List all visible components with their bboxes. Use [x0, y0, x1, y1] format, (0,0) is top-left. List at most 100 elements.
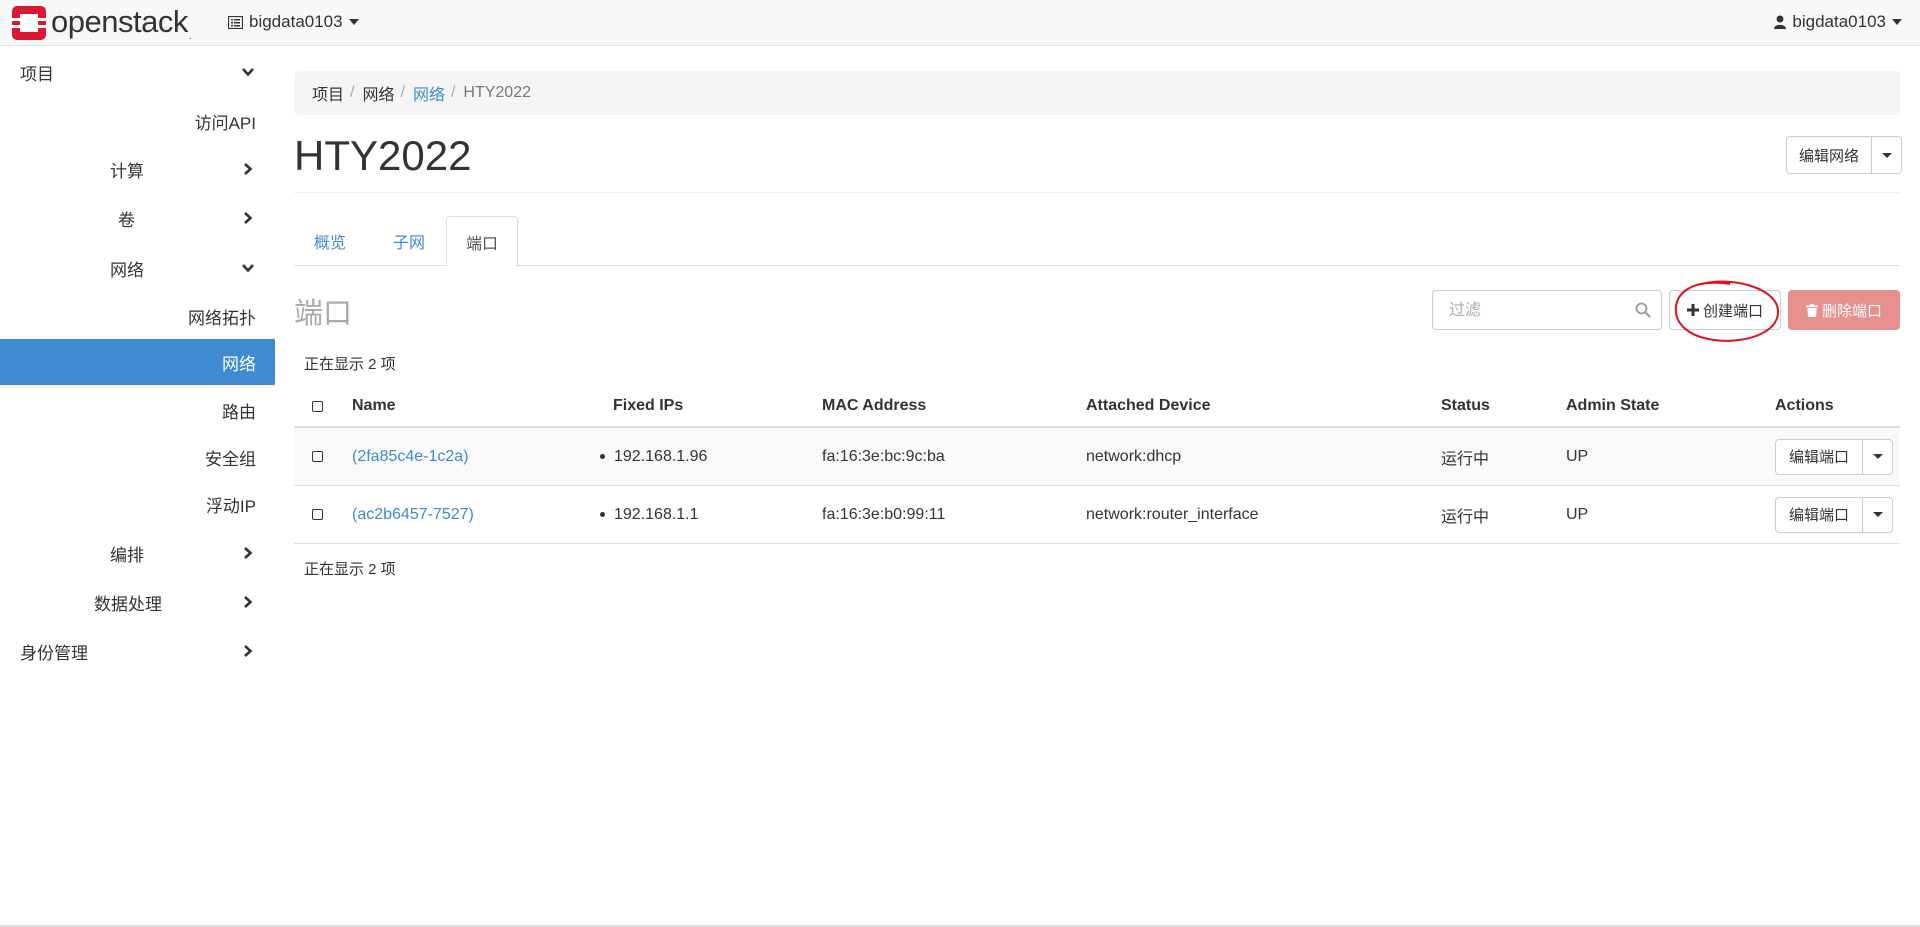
- tab-overview[interactable]: 概览: [294, 216, 366, 266]
- sidebar-item-orchestration[interactable]: 编排: [0, 530, 275, 576]
- tab-ports[interactable]: 端口: [446, 216, 518, 267]
- attached-device: network:router_interface: [1086, 505, 1259, 523]
- fixed-ip: 192.168.1.96: [600, 428, 707, 485]
- edit-network-button[interactable]: 编辑网络: [1786, 136, 1872, 174]
- breadcrumb-current: HTY2022: [463, 84, 531, 101]
- delete-ports-label: 删除端口: [1821, 302, 1882, 320]
- top-navbar: openstack. bigdata0103 bigdata0103: [0, 0, 1920, 46]
- sidebar-item-label: 卷: [118, 210, 135, 230]
- create-port-label: 创建端口: [1702, 302, 1763, 320]
- sidebar-item-label: 安全组: [205, 449, 256, 469]
- user-menu[interactable]: bigdata0103: [1774, 12, 1902, 32]
- chevron-down-icon: [242, 264, 254, 273]
- edit-port-button[interactable]: 编辑端口: [1775, 438, 1863, 475]
- sidebar-item-label: 路由: [222, 402, 256, 422]
- sidebar-item-label: 计算: [110, 161, 144, 181]
- row-actions-dropdown-toggle[interactable]: [1863, 438, 1893, 475]
- openstack-logo[interactable]: openstack.: [12, 3, 192, 43]
- sidebar-item-label: 访问API: [194, 113, 256, 133]
- table-row: (2fa85c4e-1c2a) 192.168.1.96 fa:16:3e:bc…: [294, 428, 1900, 486]
- chevron-right-icon: [244, 645, 253, 657]
- sidebar-item-label: 数据处理: [94, 594, 162, 614]
- bullet-icon: [600, 512, 605, 517]
- sidebar-item-label: 项目: [20, 64, 54, 84]
- sidebar-item-security-groups[interactable]: 安全组: [0, 434, 275, 480]
- chevron-down-icon: [348, 19, 359, 25]
- sidebar-item-label: 网络拓扑: [188, 308, 256, 328]
- sidebar-item-network-group[interactable]: 网络: [0, 245, 275, 291]
- plus-icon: [1686, 304, 1699, 316]
- column-header-actions: Actions: [1775, 397, 1834, 414]
- mac-address: fa:16:3e:bc:9c:ba: [822, 447, 945, 465]
- column-header-admin-state[interactable]: Admin State: [1566, 386, 1659, 426]
- edit-port-button[interactable]: 编辑端口: [1775, 496, 1863, 533]
- row-actions-dropdown-toggle[interactable]: [1863, 496, 1893, 533]
- sidebar-item-label: 身份管理: [20, 643, 88, 663]
- breadcrumb-link-networks[interactable]: 网络: [413, 81, 445, 105]
- caret-down-icon: [1872, 454, 1883, 459]
- fixed-ip: 192.168.1.1: [600, 486, 699, 543]
- column-header-status[interactable]: Status: [1441, 386, 1490, 426]
- sidebar-item-network-topology[interactable]: 网络拓扑: [0, 293, 275, 339]
- port-name-link[interactable]: (2fa85c4e-1c2a): [352, 428, 469, 485]
- column-header-name[interactable]: Name: [352, 386, 396, 426]
- item-count-bottom: 正在显示 2 项: [304, 561, 396, 578]
- chevron-right-icon: [244, 596, 253, 608]
- breadcrumb: 项目 / 网络 / 网络 / HTY2022: [294, 71, 1900, 115]
- edit-network-button-group: 编辑网络: [1786, 136, 1902, 174]
- sidebar-item-identity[interactable]: 身份管理: [0, 628, 275, 674]
- chevron-right-icon: [244, 212, 253, 224]
- chevron-right-icon: [244, 163, 253, 175]
- port-name-link[interactable]: (ac2b6457-7527): [352, 486, 474, 543]
- attached-device: network:dhcp: [1086, 447, 1182, 465]
- sidebar-item-floating-ips[interactable]: 浮动IP: [0, 481, 275, 527]
- mac-address: fa:16:3e:b0:99:11: [822, 505, 946, 523]
- row-checkbox[interactable]: [312, 509, 323, 520]
- create-port-button[interactable]: 创建端口: [1669, 290, 1781, 330]
- row-checkbox[interactable]: [312, 451, 323, 462]
- row-actions: 编辑端口: [1775, 438, 1893, 475]
- chevron-down-icon: [242, 68, 254, 77]
- chevron-down-icon: [1892, 19, 1902, 25]
- list-icon: [228, 15, 243, 29]
- item-count-top: 正在显示 2 项: [304, 356, 396, 373]
- sidebar-item-project[interactable]: 项目: [0, 49, 275, 95]
- sidebar-item-routers[interactable]: 路由: [0, 387, 275, 433]
- select-all-checkbox[interactable]: [312, 400, 323, 412]
- admin-state: UP: [1566, 447, 1589, 465]
- sidebar-item-label: 浮动IP: [205, 496, 256, 516]
- column-header-attached-device[interactable]: Attached Device: [1086, 386, 1211, 426]
- caret-down-icon: [1872, 512, 1883, 517]
- sidebar-item-access-api[interactable]: 访问API: [0, 98, 275, 144]
- row-actions: 编辑端口: [1775, 496, 1893, 533]
- search-icon[interactable]: [1635, 302, 1651, 318]
- table-header: Name Fixed IPs MAC Address Attached Devi…: [294, 386, 1900, 428]
- section-title: 端口: [294, 298, 353, 330]
- column-header-mac[interactable]: MAC Address: [822, 386, 926, 426]
- status-text: 运行中: [1441, 508, 1490, 526]
- delete-ports-button[interactable]: 删除端口: [1788, 290, 1900, 330]
- sidebar-item-data-processing[interactable]: 数据处理: [0, 579, 275, 625]
- table-row: (ac2b6457-7527) 192.168.1.1 fa:16:3e:b0:…: [294, 486, 1900, 544]
- sidebar-item-volumes[interactable]: 卷: [0, 195, 275, 241]
- sidebar-item-networks[interactable]: 网络: [0, 339, 275, 385]
- tab-subnets[interactable]: 子网: [370, 216, 448, 266]
- user-icon: [1774, 15, 1787, 29]
- bullet-icon: [600, 454, 605, 459]
- sidebar-item-label: 编排: [110, 545, 144, 565]
- sidebar-item-compute[interactable]: 计算: [0, 146, 275, 192]
- breadcrumb-item-network: 网络: [362, 87, 395, 104]
- page-title: HTY2022: [294, 132, 472, 179]
- openstack-logo-icon: [12, 6, 46, 40]
- filter-input[interactable]: [1447, 299, 1631, 323]
- user-name: bigdata0103: [1792, 12, 1886, 31]
- network-tabs: 概览 子网 端口: [294, 216, 1900, 267]
- sidebar-item-label: 网络: [110, 260, 144, 280]
- column-header-fixed-ips[interactable]: Fixed IPs: [613, 386, 683, 426]
- breadcrumb-item-project: 项目: [312, 87, 345, 104]
- brand-name: openstack.: [51, 3, 192, 43]
- filter-box: [1432, 290, 1662, 330]
- edit-network-dropdown-toggle[interactable]: [1872, 136, 1902, 174]
- admin-state: UP: [1566, 505, 1589, 523]
- project-picker[interactable]: bigdata0103: [228, 12, 359, 32]
